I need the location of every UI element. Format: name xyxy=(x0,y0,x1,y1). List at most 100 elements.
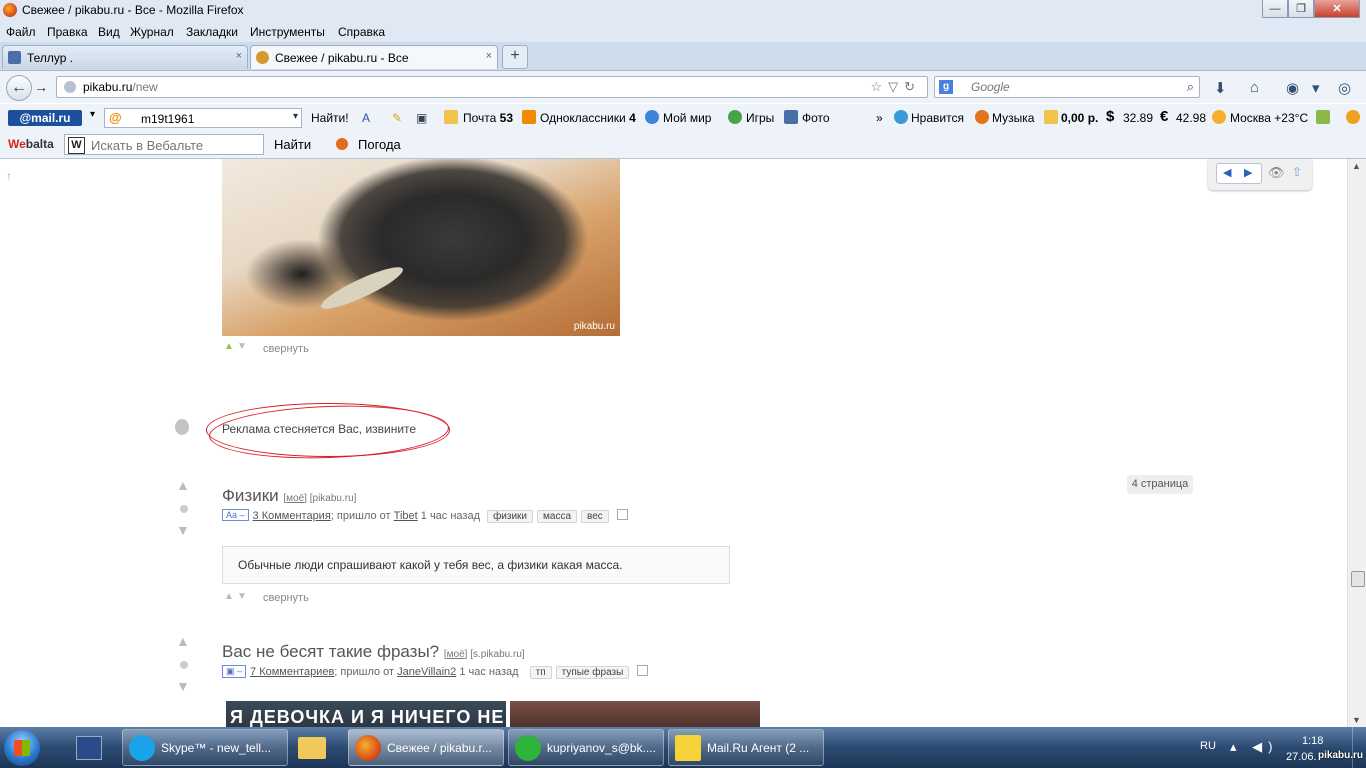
rate-down-icon[interactable]: ▼ xyxy=(176,522,190,538)
post-image-meme[interactable]: Я ДЕВОЧКА И Я НИЧЕГО НЕ ХОЧУ xyxy=(226,701,506,727)
scroll-up-arrow-icon[interactable]: ▲ xyxy=(1352,161,1361,171)
scroll-down-arrow-icon[interactable]: ▼ xyxy=(1352,715,1361,725)
tray-icons[interactable]: ▴ ◀) xyxy=(1230,739,1278,755)
prev-page-icon[interactable]: ◀ xyxy=(1223,166,1231,179)
close-button[interactable]: ✕ xyxy=(1314,0,1360,18)
post-title-text[interactable]: Вас не бесят такие фразы? xyxy=(222,642,439,661)
show-desktop-button[interactable] xyxy=(1352,727,1366,768)
vote-down-icon[interactable]: ▼ xyxy=(237,591,247,602)
search-bar[interactable]: g ⌕ xyxy=(934,76,1200,98)
scroll-thumb[interactable] xyxy=(1351,571,1365,587)
moymir-link[interactable]: Мой мир xyxy=(663,111,711,125)
like-link[interactable]: Нравится xyxy=(911,111,964,125)
music-link[interactable]: Музыка xyxy=(992,111,1034,125)
comments-link[interactable]: 3 Комментария xyxy=(253,510,331,522)
clock-date[interactable]: 27.06. xyxy=(1286,751,1317,763)
taskbar-mail-agent-chat[interactable]: kupriyanov_s@bk.... xyxy=(508,729,664,766)
tag[interactable]: вес xyxy=(581,510,609,523)
mail-user-select[interactable]: @ m19t1961 ▾ xyxy=(104,108,302,128)
search-icon[interactable]: ⌕ xyxy=(1187,79,1194,95)
menu-view[interactable]: Вид xyxy=(98,25,120,39)
mail-find-button[interactable]: Найти! xyxy=(311,111,349,125)
menu-bookmarks[interactable]: Закладки xyxy=(186,25,238,39)
menu-file[interactable]: Файл xyxy=(6,25,36,39)
post-title[interactable]: Физики [моё] [pikabu.ru] xyxy=(222,486,356,506)
download-icon[interactable]: ⬇ xyxy=(1214,79,1227,97)
weather-link[interactable]: Москва +23°C xyxy=(1230,111,1308,125)
rate-up-icon[interactable]: ▲ xyxy=(176,633,190,649)
google-icon[interactable]: g xyxy=(939,80,953,94)
url-text[interactable]: pikabu.ru/new xyxy=(83,80,158,94)
webalta-weather-link[interactable]: Погода xyxy=(358,137,401,152)
minimize-button[interactable]: — xyxy=(1262,0,1288,18)
tag[interactable]: физики xyxy=(487,510,534,523)
sync-icon[interactable]: ◎ xyxy=(1338,79,1351,97)
scroll-up-icon[interactable]: ⇧ xyxy=(1292,165,1302,179)
menu-help[interactable]: Справка xyxy=(338,25,385,39)
maximize-button[interactable]: ❐ xyxy=(1288,0,1314,18)
post-title-text[interactable]: Физики xyxy=(222,486,279,505)
post-title[interactable]: Вас не бесят такие фразы? [моё] [s.pikab… xyxy=(222,642,525,662)
source-mine-link[interactable]: моё xyxy=(286,493,304,504)
pinned-app-icon[interactable] xyxy=(62,730,116,765)
menu-tools[interactable]: Инструменты xyxy=(250,25,325,39)
forward-button[interactable]: → xyxy=(34,79,48,95)
usd-rate[interactable]: 32.89 xyxy=(1123,111,1153,125)
eur-rate[interactable]: 42.98 xyxy=(1176,111,1206,125)
home-icon[interactable]: ⌂ xyxy=(1250,79,1259,96)
start-button[interactable] xyxy=(4,730,40,766)
vertical-scrollbar[interactable]: ▲ ▼ xyxy=(1347,159,1366,727)
webalta-search-input[interactable] xyxy=(89,137,263,154)
new-tab-button[interactable]: + xyxy=(502,45,528,69)
eye-icon[interactable]: 👁 xyxy=(1268,165,1285,181)
games-link[interactable]: Игры xyxy=(746,111,774,125)
search-input[interactable] xyxy=(969,79,1173,95)
mail-link[interactable]: Почта 53 xyxy=(463,111,513,125)
tag[interactable]: масса xyxy=(537,510,578,523)
collapse-link[interactable]: свернуть xyxy=(263,343,309,355)
scroll-top-icon[interactable]: ↑ xyxy=(6,169,12,183)
webalta-find-button[interactable]: Найти xyxy=(274,137,311,152)
language-indicator[interactable]: RU xyxy=(1200,740,1216,752)
post-image-photo[interactable] xyxy=(510,701,760,727)
taskbar-skype[interactable]: Skype™ - new_tell... xyxy=(122,729,288,766)
vote-up-icon[interactable]: ▲ xyxy=(224,591,234,602)
save-icon[interactable] xyxy=(637,665,649,676)
close-icon[interactable]: × xyxy=(236,50,242,62)
photo-link[interactable]: Фото xyxy=(802,111,830,125)
gear-icon[interactable] xyxy=(1346,110,1360,124)
taskbar-firefox[interactable]: Свежее / pikabu.r... xyxy=(348,729,504,766)
author-link[interactable]: Tibet xyxy=(394,510,418,522)
tab-tellur[interactable]: Теллур . × xyxy=(2,45,248,69)
frame-icon[interactable]: ▣ xyxy=(416,111,427,125)
rate-down-icon[interactable]: ▼ xyxy=(176,678,190,694)
tag[interactable]: тупые фразы xyxy=(555,666,630,679)
back-button[interactable]: ← xyxy=(6,75,32,101)
odnoklassniki-link[interactable]: Одноклассники 4 xyxy=(540,111,636,125)
clock-time[interactable]: 1:18 xyxy=(1302,735,1323,747)
font-size-icon[interactable]: A xyxy=(362,111,370,125)
explorer-icon[interactable] xyxy=(286,730,340,765)
balance[interactable]: 0,00 р. xyxy=(1061,111,1098,125)
marker-icon[interactable]: ✎ xyxy=(392,111,402,125)
vote-up-icon[interactable]: ▲ xyxy=(224,341,234,352)
addon-icon[interactable]: ◉ xyxy=(1286,79,1299,97)
bookmark-reload-icons[interactable]: ☆▽↻ xyxy=(870,79,921,95)
collapse-link[interactable]: свернуть xyxy=(263,592,309,604)
next-page-icon[interactable]: ▶ xyxy=(1244,166,1252,179)
chevron-down-icon[interactable]: ▾ xyxy=(90,109,95,120)
rate-up-icon[interactable]: ▲ xyxy=(176,477,190,493)
post-image-boar[interactable]: pikabu.ru xyxy=(222,159,620,336)
address-bar[interactable]: pikabu.ru/new ☆▽↻ xyxy=(56,76,928,98)
menu-history[interactable]: Журнал xyxy=(130,25,174,39)
comments-link[interactable]: 7 Комментариев xyxy=(250,666,334,678)
webalta-search-box[interactable]: W xyxy=(64,134,264,155)
tag[interactable]: тп xyxy=(529,666,552,679)
menu-edit[interactable]: Правка xyxy=(47,25,88,39)
chevron-down-icon[interactable]: ▾ xyxy=(293,111,298,122)
author-link[interactable]: JaneVillain2 xyxy=(397,666,456,678)
chevron-down-icon[interactable]: ▾ xyxy=(1312,79,1320,97)
webalta-logo[interactable]: Webalta xyxy=(8,137,54,151)
more-chevron-icon[interactable]: » xyxy=(876,111,883,125)
close-icon[interactable]: × xyxy=(486,50,492,62)
